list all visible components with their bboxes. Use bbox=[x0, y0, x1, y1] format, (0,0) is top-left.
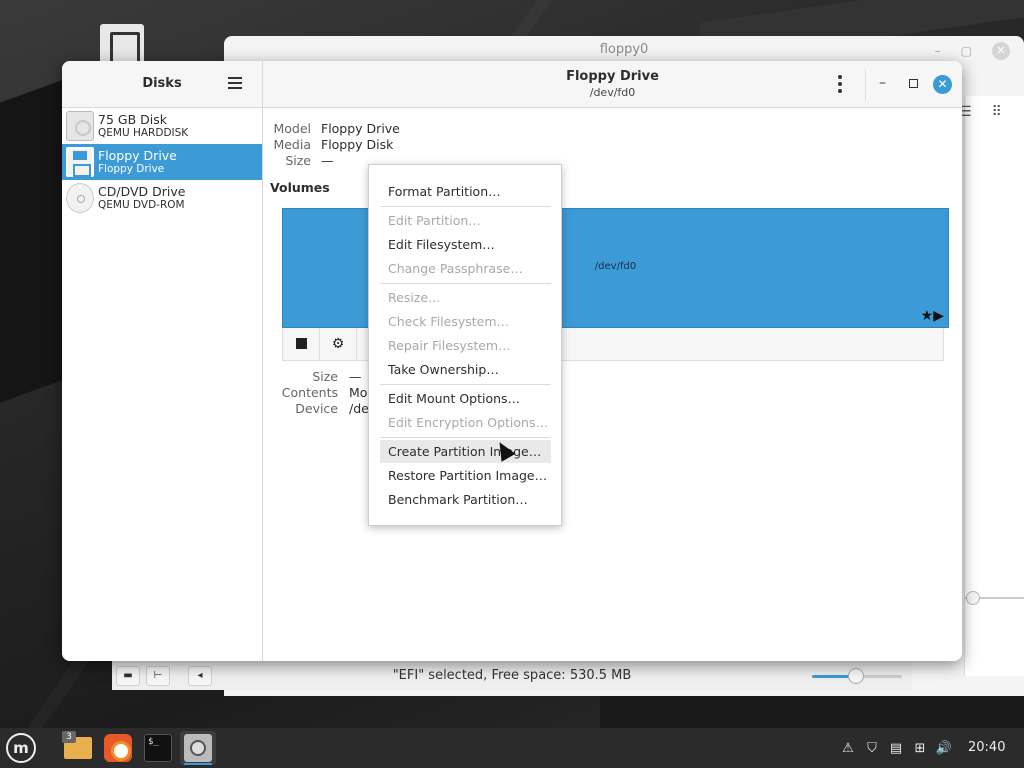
taskbar: m 3 $_ ⚠ ⛉ ▤ ⊞ 🔊 20:40 bbox=[0, 728, 1024, 768]
vol-contents-row: Contents bbox=[263, 385, 338, 401]
minimize-icon[interactable]: – bbox=[879, 75, 893, 91]
vol-size-label: Size bbox=[312, 369, 338, 384]
volumes-heading: Volumes bbox=[270, 180, 330, 195]
media-row: Media bbox=[263, 137, 313, 153]
vol-size-value: — bbox=[349, 369, 362, 384]
system-tray: ⚠ ⛉ ▤ ⊞ 🔊 bbox=[836, 728, 956, 768]
disk-model: Floppy Drive bbox=[98, 163, 165, 175]
size-row: Size bbox=[263, 153, 313, 169]
menu-separator bbox=[380, 283, 551, 284]
disk-name: 75 GB Disk bbox=[98, 112, 167, 127]
menu-item-check-filesystem: Check Filesystem… bbox=[388, 314, 510, 329]
taskbar-disks[interactable] bbox=[180, 731, 216, 765]
terminal-icon: $_ bbox=[144, 734, 172, 762]
model-row: Model bbox=[263, 121, 313, 137]
shield-icon[interactable]: ⛉ bbox=[860, 741, 884, 756]
size-label: Size bbox=[285, 153, 311, 168]
close-icon[interactable]: ✕ bbox=[992, 42, 1010, 60]
menu-separator bbox=[380, 206, 551, 207]
disk-model: QEMU HARDDISK bbox=[98, 127, 189, 139]
stop-icon[interactable] bbox=[283, 328, 320, 360]
optical-drive-icon bbox=[66, 183, 94, 213]
vol-contents-label: Contents bbox=[281, 385, 338, 400]
menu-item-benchmark-partition[interactable]: Benchmark Partition… bbox=[380, 488, 551, 511]
model-value: Floppy Drive bbox=[321, 121, 400, 136]
taskbar-files[interactable]: 3 bbox=[60, 731, 96, 765]
floppy-icon bbox=[66, 147, 94, 177]
menu-item-edit-mount-options[interactable]: Edit Mount Options… bbox=[380, 387, 551, 410]
firefox-icon bbox=[104, 734, 132, 762]
disk-item-cdrom[interactable]: CD/DVD Drive QEMU DVD-ROM bbox=[62, 180, 262, 216]
menu-item-edit-encryption-options: Edit Encryption Options… bbox=[388, 415, 548, 430]
maximize-icon[interactable] bbox=[909, 79, 918, 88]
maximize-icon[interactable]: ▢ bbox=[961, 44, 972, 58]
menu-separator bbox=[380, 437, 551, 438]
clipboard-icon[interactable]: ▤ bbox=[884, 741, 908, 756]
grid-view-icon[interactable]: ⠿ bbox=[992, 104, 1002, 120]
main-header: Floppy Drive /dev/fd0 – ✕ bbox=[263, 61, 962, 108]
media-label: Media bbox=[273, 137, 311, 152]
minimize-icon[interactable]: – bbox=[935, 44, 941, 58]
bg-window-slider[interactable] bbox=[964, 591, 1024, 605]
mounted-star-icon: ★▶ bbox=[920, 308, 944, 324]
vol-device-row: Device bbox=[263, 401, 338, 417]
menu-item-repair-filesystem: Repair Filesystem… bbox=[388, 338, 511, 353]
size-value: — bbox=[321, 153, 334, 168]
harddisk-icon bbox=[66, 111, 94, 141]
drive-options-icon[interactable] bbox=[838, 75, 842, 93]
update-manager-icon[interactable]: ⚠ bbox=[836, 741, 860, 756]
clock[interactable]: 20:40 bbox=[968, 728, 1005, 768]
partition-context-menu: Format Partition… Edit Partition… Edit F… bbox=[368, 164, 562, 526]
desktop-shape bbox=[600, 690, 1024, 730]
slider-knob[interactable] bbox=[966, 591, 980, 605]
vol-contents-value: Mo bbox=[349, 385, 368, 400]
disks-app-icon bbox=[184, 734, 212, 762]
drive-device-path: /dev/fd0 bbox=[589, 86, 636, 99]
bg-window-title: floppy0 bbox=[599, 42, 649, 57]
sidebar-header: Disks bbox=[62, 61, 262, 108]
bg-window-content bbox=[964, 96, 1024, 676]
menu-item-edit-partition: Edit Partition… bbox=[388, 213, 481, 228]
menu-item-resize: Resize… bbox=[388, 290, 441, 305]
bg-window-statusbar: ▬ ⊢ ◂ "EFI" selected, Free space: 530.5 … bbox=[112, 660, 912, 690]
volume-icon[interactable]: 🔊 bbox=[932, 741, 956, 756]
bg-window-view-icons: ☰ ⠿ bbox=[959, 104, 1002, 120]
model-label: Model bbox=[273, 121, 311, 136]
zoom-knob[interactable] bbox=[848, 668, 864, 684]
disk-model: QEMU DVD-ROM bbox=[98, 199, 185, 211]
menu-item-format-partition[interactable]: Format Partition… bbox=[380, 180, 551, 203]
hamburger-menu-icon[interactable] bbox=[228, 77, 242, 89]
menu-item-restore-partition-image[interactable]: Restore Partition Image… bbox=[380, 464, 551, 487]
header-separator bbox=[865, 69, 866, 101]
vol-size-row: Size bbox=[263, 369, 338, 385]
menu-item-take-ownership[interactable]: Take Ownership… bbox=[380, 358, 551, 381]
network-icon[interactable]: ⊞ bbox=[908, 741, 932, 756]
taskbar-terminal[interactable]: $_ bbox=[140, 731, 176, 765]
disks-sidebar: Disks 75 GB Disk QEMU HARDDISK Floppy Dr… bbox=[62, 61, 263, 661]
window-count-badge: 3 bbox=[62, 731, 76, 743]
desktop-shape bbox=[0, 77, 70, 403]
taskbar-firefox[interactable] bbox=[100, 731, 136, 765]
vol-device-value: /de bbox=[349, 401, 369, 416]
status-text: "EFI" selected, Free space: 530.5 MB bbox=[392, 668, 632, 683]
gear-icon[interactable]: ⚙ bbox=[320, 328, 357, 360]
menu-item-create-partition-image[interactable]: Create Partition Image… bbox=[380, 440, 551, 463]
menu-item-edit-filesystem[interactable]: Edit Filesystem… bbox=[380, 233, 551, 256]
disk-name: Floppy Drive bbox=[98, 148, 177, 163]
disk-item-floppy[interactable]: Floppy Drive Floppy Drive bbox=[62, 144, 262, 180]
mint-menu-icon[interactable]: m bbox=[6, 733, 36, 763]
zoom-slider[interactable] bbox=[812, 668, 902, 684]
vol-device-label: Device bbox=[295, 401, 338, 416]
menu-separator bbox=[380, 384, 551, 385]
disk-name: CD/DVD Drive bbox=[98, 184, 186, 199]
media-value: Floppy Disk bbox=[321, 137, 394, 152]
bg-window-controls: – ▢ ✕ bbox=[935, 42, 1010, 60]
close-icon[interactable]: ✕ bbox=[933, 75, 952, 94]
drive-title: Floppy Drive bbox=[566, 69, 659, 84]
disk-item-75gb[interactable]: 75 GB Disk QEMU HARDDISK bbox=[62, 108, 262, 144]
menu-item-change-passphrase: Change Passphrase… bbox=[388, 261, 523, 276]
